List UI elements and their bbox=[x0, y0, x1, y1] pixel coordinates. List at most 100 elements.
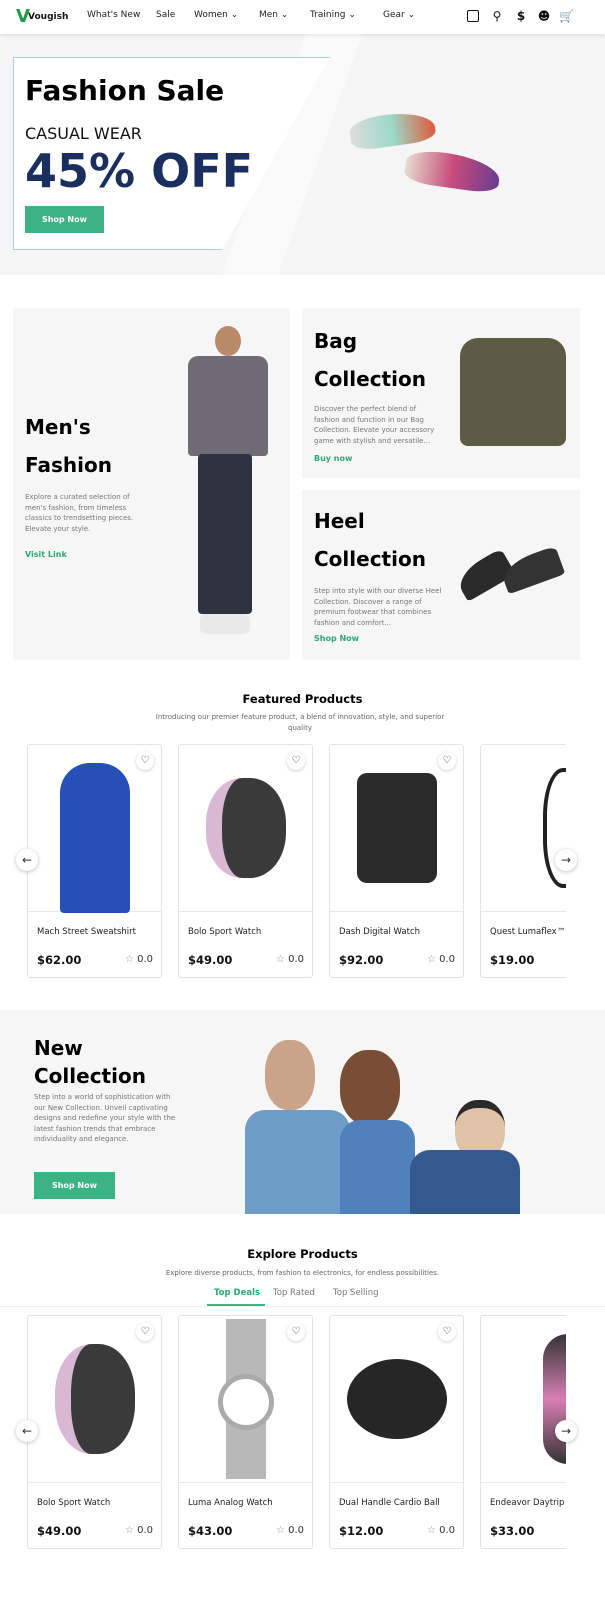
arrow-right-icon[interactable]: → bbox=[555, 1420, 577, 1442]
brand-logo[interactable]: V Vougish bbox=[16, 6, 68, 27]
product-image bbox=[179, 745, 312, 912]
new-collection-title-2: Collection bbox=[34, 1064, 146, 1088]
product-image bbox=[330, 1316, 463, 1483]
product-name[interactable]: Bolo Sport Watch bbox=[188, 919, 306, 945]
heart-icon[interactable]: ♡ bbox=[136, 752, 154, 770]
arrow-left-icon[interactable]: ← bbox=[16, 849, 38, 871]
hero-shop-now-button[interactable]: Shop Now bbox=[25, 206, 104, 233]
bag-title-2: Collection bbox=[314, 367, 426, 391]
new-collection-banner: New Collection Step into a world of sophi… bbox=[0, 1010, 605, 1214]
product-price: $49.00 bbox=[188, 953, 233, 967]
product-rating: ☆ 0.0 bbox=[426, 1525, 455, 1536]
product-image bbox=[28, 1316, 161, 1483]
product-name[interactable]: Quest Lumaflex™ Band bbox=[490, 919, 566, 945]
nav-men[interactable]: Men ⌄ bbox=[259, 10, 288, 20]
tab-top-deals[interactable]: Top Deals bbox=[214, 1288, 260, 1298]
product-card[interactable]: ♡ Dash Digital Watch $92.00 ☆ 0.0 bbox=[329, 744, 464, 978]
hero-banner: Fashion Sale CASUAL WEAR 45% OFF Shop No… bbox=[0, 34, 605, 275]
product-card[interactable]: ♡ Luma Analog Watch $43.00 ☆ 0.0 bbox=[178, 1315, 313, 1549]
product-price: $43.00 bbox=[188, 1524, 233, 1538]
bag-collection-card: Bag Collection Discover the perfect blend… bbox=[302, 308, 580, 478]
heart-icon[interactable]: ♡ bbox=[438, 752, 456, 770]
tabs-divider bbox=[0, 1306, 605, 1307]
heel-collection-card: Heel Collection Step into style with our … bbox=[302, 490, 580, 660]
heart-icon[interactable]: ♡ bbox=[438, 1323, 456, 1341]
star-icon: ☆ bbox=[426, 954, 436, 965]
product-rating: ☆ 0.0 bbox=[275, 1525, 304, 1536]
heel-shop-now-link[interactable]: Shop Now bbox=[314, 634, 359, 643]
product-image bbox=[179, 1316, 312, 1483]
chevron-down-icon: ⌄ bbox=[230, 10, 239, 20]
product-name[interactable]: Endeavor Daytrip Backpack bbox=[490, 1490, 566, 1516]
product-card[interactable]: ♡ Bolo Sport Watch $49.00 ☆ 0.0 bbox=[178, 744, 313, 978]
product-name[interactable]: Dash Digital Watch bbox=[339, 919, 457, 945]
product-name[interactable]: Bolo Sport Watch bbox=[37, 1490, 155, 1516]
new-collection-desc: Step into a world of sophistication with… bbox=[34, 1093, 176, 1143]
new-collection-title: New bbox=[34, 1036, 83, 1060]
featured-carousel: ♡ Mach Street Sweatshirt $62.00 ☆ 0.0 ♡ … bbox=[0, 744, 566, 980]
hero-subtitle: CASUAL WEAR bbox=[25, 124, 142, 143]
product-name[interactable]: Mach Street Sweatshirt bbox=[37, 919, 155, 945]
arrow-left-icon[interactable]: ← bbox=[16, 1420, 38, 1442]
nav-gear[interactable]: Gear ⌄ bbox=[383, 10, 415, 20]
tab-top-rated[interactable]: Top Rated bbox=[273, 1288, 315, 1298]
bag-title: Bag bbox=[314, 329, 358, 353]
product-price: $19.00 bbox=[490, 953, 535, 967]
product-image bbox=[481, 1316, 566, 1483]
product-card[interactable]: ♡ Bolo Sport Watch $49.00 ☆ 0.0 bbox=[27, 1315, 162, 1549]
product-price: $62.00 bbox=[37, 953, 82, 967]
backpack-image bbox=[460, 338, 566, 446]
featured-subtitle: Introducing our premier feature product,… bbox=[155, 713, 445, 732]
bag-buy-now-link[interactable]: Buy now bbox=[314, 454, 352, 463]
hero-offer: 45% OFF bbox=[25, 144, 254, 198]
user-icon[interactable]: ☻ bbox=[537, 9, 551, 23]
product-name[interactable]: Dual Handle Cardio Ball bbox=[339, 1490, 457, 1516]
product-rating: ☆ 0.0 bbox=[275, 954, 304, 965]
explore-title: Explore Products bbox=[247, 1247, 358, 1261]
product-image bbox=[481, 745, 566, 912]
chevron-down-icon: ⌄ bbox=[348, 10, 356, 20]
heart-icon[interactable]: ♡ bbox=[287, 752, 305, 770]
star-icon: ☆ bbox=[124, 1525, 134, 1536]
arrow-right-icon[interactable]: → bbox=[555, 849, 577, 871]
chevron-down-icon: ⌄ bbox=[280, 10, 289, 20]
mens-visit-link[interactable]: Visit Link bbox=[25, 550, 67, 559]
chevron-down-icon: ⌄ bbox=[407, 10, 416, 20]
nav-women[interactable]: Women ⌄ bbox=[194, 10, 238, 20]
star-icon: ☆ bbox=[275, 1525, 285, 1536]
product-card[interactable]: ♡ Dual Handle Cardio Ball $12.00 ☆ 0.0 bbox=[329, 1315, 464, 1549]
star-icon: ☆ bbox=[124, 954, 134, 965]
new-collection-shop-now-button[interactable]: Shop Now bbox=[34, 1172, 115, 1199]
star-icon: ☆ bbox=[275, 954, 285, 965]
currency-icon[interactable]: $ bbox=[514, 9, 528, 23]
product-rating: ☆ 0.0 bbox=[124, 1525, 153, 1536]
heel-title: Heel bbox=[314, 509, 365, 533]
product-price: $92.00 bbox=[339, 953, 384, 967]
nav-training[interactable]: Training ⌄ bbox=[310, 10, 356, 20]
heart-icon[interactable]: ♡ bbox=[136, 1323, 154, 1341]
tab-top-selling[interactable]: Top Selling bbox=[333, 1288, 379, 1298]
nav-whats-new[interactable]: What's New bbox=[87, 10, 140, 20]
mens-fashion-card: Men's Fashion Explore a curated selection… bbox=[13, 308, 290, 660]
hero-title: Fashion Sale bbox=[25, 74, 225, 107]
product-card[interactable]: Endeavor Daytrip Backpack $33.00 bbox=[480, 1315, 566, 1549]
heels-image bbox=[453, 545, 567, 605]
product-name[interactable]: Luma Analog Watch bbox=[188, 1490, 306, 1516]
product-card[interactable]: Quest Lumaflex™ Band $19.00 bbox=[480, 744, 566, 978]
heart-icon[interactable]: ♡ bbox=[287, 1323, 305, 1341]
heel-title-2: Collection bbox=[314, 547, 426, 571]
explore-carousel: ♡ Bolo Sport Watch $49.00 ☆ 0.0 ♡ Luma A… bbox=[0, 1315, 566, 1551]
sneakers-image bbox=[348, 108, 502, 199]
star-icon: ☆ bbox=[426, 1525, 436, 1536]
heel-desc: Step into style with our diverse Heel Co… bbox=[314, 587, 442, 627]
models-image bbox=[245, 1040, 520, 1214]
bag-desc: Discover the perfect blend of fashion an… bbox=[314, 405, 435, 445]
mens-title-2: Fashion bbox=[25, 453, 112, 477]
cart-icon[interactable]: 🛒 bbox=[559, 9, 574, 23]
product-card[interactable]: ♡ Mach Street Sweatshirt $62.00 ☆ 0.0 bbox=[27, 744, 162, 978]
search-icon[interactable]: ⚲ bbox=[490, 9, 504, 23]
store-icon[interactable] bbox=[467, 10, 479, 22]
nav-sale[interactable]: Sale bbox=[156, 10, 175, 20]
product-image bbox=[330, 745, 463, 912]
featured-title: Featured Products bbox=[242, 692, 363, 706]
